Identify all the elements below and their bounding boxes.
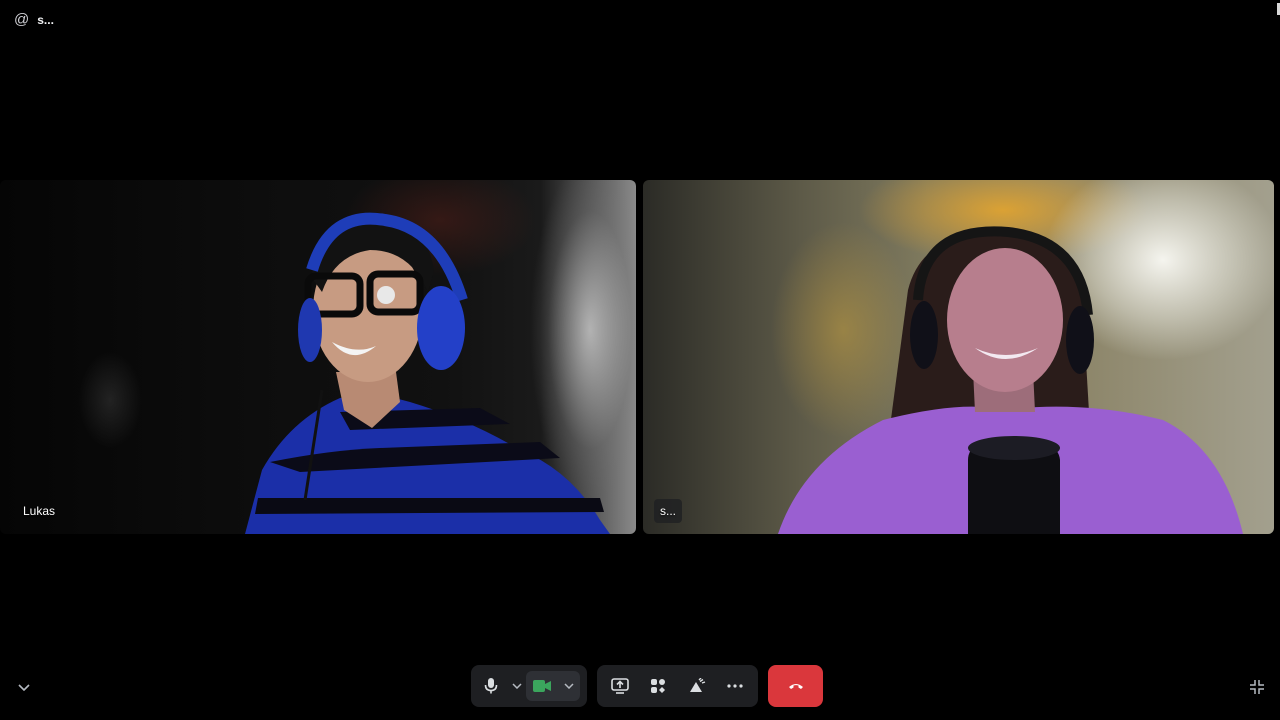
participant-name-s: s... bbox=[654, 499, 682, 523]
audio-video-group bbox=[471, 665, 587, 707]
more-icon bbox=[727, 684, 743, 688]
call-controls bbox=[0, 665, 1280, 707]
exit-fullscreen-button[interactable] bbox=[1247, 677, 1267, 697]
chevron-down-icon bbox=[512, 683, 522, 689]
participant-video-lukas bbox=[245, 212, 610, 534]
chevron-down-icon bbox=[564, 683, 574, 689]
participant-tile-lukas[interactable] bbox=[0, 180, 636, 534]
soundboard-button[interactable] bbox=[680, 671, 714, 701]
hang-up-icon bbox=[788, 684, 803, 689]
channel-info[interactable]: @ s... bbox=[14, 12, 54, 28]
channel-name: s... bbox=[37, 13, 54, 27]
call-header: @ s... bbox=[0, 0, 1280, 40]
camera-icon bbox=[533, 680, 551, 692]
video-options-button[interactable] bbox=[558, 671, 580, 701]
at-icon: @ bbox=[14, 11, 30, 28]
screen-share-icon bbox=[611, 678, 629, 694]
share-screen-button[interactable] bbox=[603, 671, 637, 701]
participant-name-lukas: Lukas bbox=[23, 504, 56, 518]
soundboard-icon bbox=[689, 678, 705, 692]
disconnect-button[interactable] bbox=[768, 665, 823, 707]
audio-options-button[interactable] bbox=[508, 671, 526, 701]
activities-icon bbox=[651, 679, 666, 693]
camera-button[interactable] bbox=[526, 671, 558, 701]
collapse-button[interactable] bbox=[15, 678, 33, 696]
activities-button[interactable] bbox=[641, 671, 675, 701]
minimize-icon bbox=[1250, 680, 1264, 694]
participant-tile-s[interactable] bbox=[643, 180, 1274, 534]
mute-button[interactable] bbox=[474, 671, 508, 701]
chevron-down-icon bbox=[18, 683, 30, 691]
microphone-icon bbox=[484, 678, 498, 694]
more-options-button[interactable] bbox=[718, 671, 752, 701]
participant-video-s bbox=[778, 226, 1243, 534]
actions-group bbox=[597, 665, 758, 707]
